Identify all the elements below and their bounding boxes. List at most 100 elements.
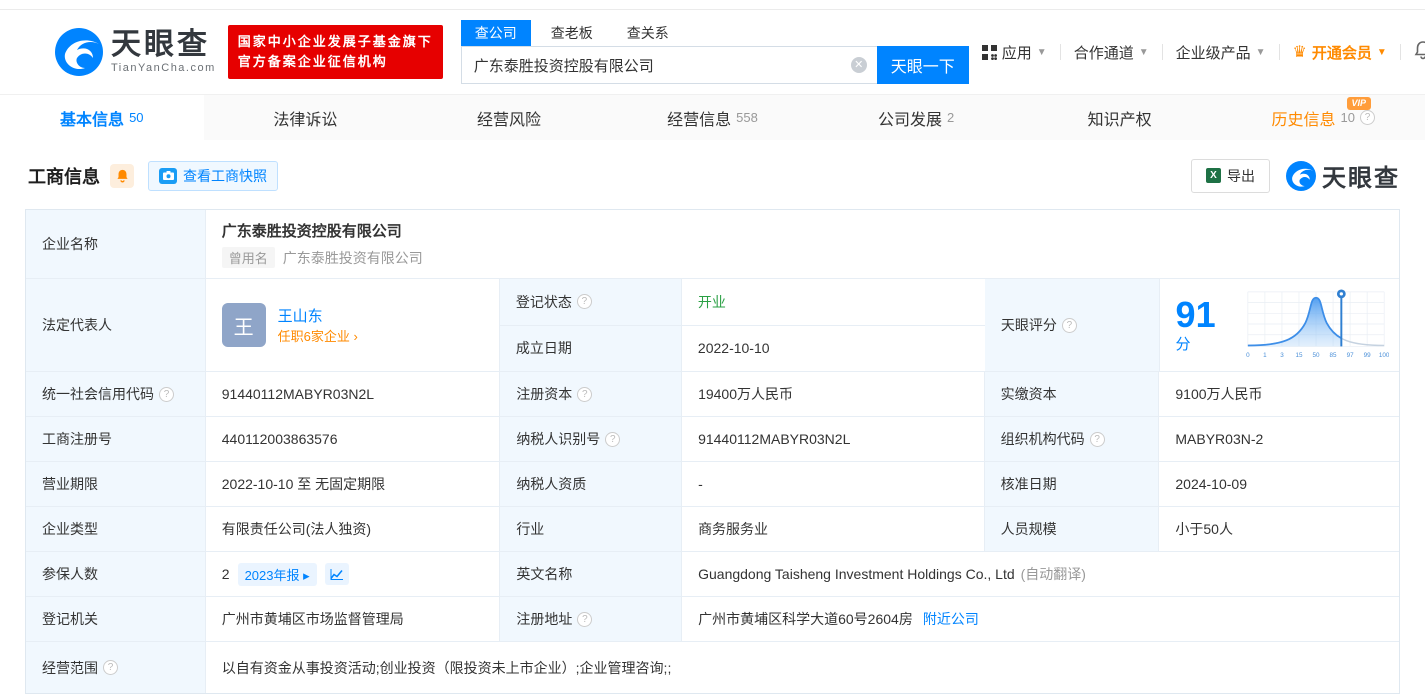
help-icon[interactable]: ? xyxy=(577,386,593,402)
help-icon[interactable]: ? xyxy=(103,660,118,675)
top-divider xyxy=(0,0,1425,10)
search-input[interactable] xyxy=(460,46,877,84)
company-nav-tabs: 基本信息 50 法律诉讼 经营风险 经营信息 558 公司发展 2 知识产权 V… xyxy=(0,94,1425,140)
menu-partner[interactable]: 合作通道 ▼ xyxy=(1061,42,1162,63)
help-icon[interactable]: ? xyxy=(159,386,174,402)
watermark-text: 天眼查 xyxy=(1322,165,1400,192)
tab-label: 法律诉讼 xyxy=(273,111,338,129)
svg-text:1: 1 xyxy=(1263,352,1267,359)
field-label: 英文名称 xyxy=(500,552,683,596)
avatar[interactable]: 王 xyxy=(221,303,266,347)
header: 天眼查 TianYanCha.com 国家中小企业发展子基金旗下 官方备案企业征… xyxy=(0,10,1425,94)
tianyancha-logo[interactable]: 天眼查 TianYanCha.com xyxy=(55,28,216,76)
clear-search-icon[interactable]: ✕ xyxy=(850,57,867,73)
taxpayer-id-cell: 91440112MABYR03N2L xyxy=(682,417,985,461)
help-icon[interactable]: ? xyxy=(577,611,593,627)
tab-count: 2 xyxy=(946,110,955,125)
help-icon[interactable]: ? xyxy=(605,431,621,447)
table-row: 登记机关 广州市黄埔区市场监督管理局 注册地址 ? 广州市黄埔区科学大道60号2… xyxy=(26,597,1399,642)
company-name-cell: 广东泰胜投资控股有限公司 曾用名 广东泰胜投资有限公司 xyxy=(206,210,1399,278)
approval-date-cell: 2024-10-09 xyxy=(1175,476,1247,492)
address-cell: 广州市黄埔区科学大道60号2604房 附近公司 xyxy=(682,597,1399,641)
help-icon[interactable]: ? xyxy=(576,294,592,310)
field-label-group: 统一社会信用代码 ? xyxy=(26,372,206,416)
field-label: 实缴资本 xyxy=(984,372,1160,416)
help-icon[interactable]: ? xyxy=(1360,110,1375,125)
help-icon[interactable]: ? xyxy=(1089,431,1105,447)
field-label-group: 注册地址 ? xyxy=(500,597,683,641)
table-row: 参保人数 2 2023年报 ▸ 英文名称 Guangdong Taisheng … xyxy=(26,552,1399,597)
tab-label: 历史信息 xyxy=(1271,111,1336,129)
field-label: 经营范围 xyxy=(42,659,98,676)
legal-rep-link[interactable]: 王山东 xyxy=(278,308,323,325)
svg-text:0: 0 xyxy=(1246,352,1250,359)
field-label-group: 登记状态 ? xyxy=(499,279,682,325)
chevron-down-icon: ▼ xyxy=(1376,46,1387,58)
company-type-cell: 有限责任公司(法人独资) xyxy=(206,507,501,551)
taxpayer-quality-cell: - xyxy=(682,462,985,506)
tab-label: 经营信息 xyxy=(667,111,732,129)
tab-history-info[interactable]: VIP 历史信息 10 ? xyxy=(1221,95,1425,140)
table-row: 统一社会信用代码 ? 91440112MABYR03N2L 注册资本 ? 194… xyxy=(26,372,1399,417)
english-name-cell: Guangdong Taisheng Investment Holdings C… xyxy=(682,552,1399,596)
crown-icon: ♛ xyxy=(1292,44,1307,61)
annual-report-chip[interactable]: 2023年报 ▸ xyxy=(237,562,317,586)
help-icon[interactable]: ? xyxy=(1061,317,1077,333)
monitor-bell-button[interactable] xyxy=(110,163,134,188)
est-date-cell: 2022-10-10 xyxy=(697,340,770,357)
reg-capital-cell: 19400万人民币 xyxy=(682,372,985,416)
section-title: 工商信息 xyxy=(28,166,100,187)
business-snapshot-button[interactable]: 查看工商快照 xyxy=(148,160,278,191)
table-row: 工商注册号 440112003863576 纳税人识别号 ? 91440112M… xyxy=(26,417,1399,462)
section-header: 工商信息 查看工商快照 X 导出 天眼查 xyxy=(0,140,1425,205)
table-row-legal-rep: 法定代表人 王 王山东 任职6家企业 › 登记状态 ? 开业 成立日期 2022… xyxy=(26,279,1399,372)
tab-count: 50 xyxy=(129,110,144,125)
status-date-group: 登记状态 ? 开业 成立日期 2022-10-10 xyxy=(499,279,985,371)
nearby-companies-link[interactable]: 附近公司 xyxy=(923,609,979,629)
tab-operating-info[interactable]: 经营信息 558 xyxy=(611,95,815,140)
legal-rep-cell: 王 王山东 任职6家企业 › xyxy=(206,279,500,371)
table-row-company-name: 企业名称 广东泰胜投资控股有限公司 曾用名 广东泰胜投资有限公司 xyxy=(26,210,1399,279)
svg-text:3: 3 xyxy=(1280,352,1284,359)
tianyan-score-cell[interactable]: 91 分 0 1 3 15 50 85 97 99 100 xyxy=(1160,279,1399,371)
tab-legal-proceedings[interactable]: 法律诉讼 xyxy=(204,95,408,140)
export-button[interactable]: X 导出 xyxy=(1191,158,1270,193)
chevron-down-icon: ▼ xyxy=(1138,46,1149,58)
field-label: 行业 xyxy=(500,507,683,551)
tab-label: 经营风险 xyxy=(476,111,541,129)
svg-text:15: 15 xyxy=(1295,352,1303,359)
search-tab-company[interactable]: 查公司 xyxy=(460,20,531,46)
english-name: Guangdong Taisheng Investment Holdings C… xyxy=(698,566,1015,582)
menu-enterprise[interactable]: 企业级产品 ▼ xyxy=(1163,42,1279,63)
tab-intellectual-property[interactable]: 知识产权 xyxy=(1018,95,1222,140)
auto-translate-note: (自动翻译) xyxy=(1020,566,1086,582)
industry-cell: 商务服务业 xyxy=(682,507,985,551)
table-row: 企业类型 有限责任公司(法人独资) 行业 商务服务业 人员规模 小于50人 xyxy=(26,507,1399,552)
search-tab-relation[interactable]: 查关系 xyxy=(613,20,683,46)
menu-vip-label: 开通会员 xyxy=(1311,44,1372,62)
tab-label: 基本信息 xyxy=(60,111,125,129)
field-label: 营业期限 xyxy=(26,462,206,506)
tab-count: 558 xyxy=(736,110,758,125)
tab-label: 知识产权 xyxy=(1087,111,1152,129)
menu-apps[interactable]: 应用 ▼ xyxy=(969,42,1060,63)
rep-positions-link[interactable]: 任职6家企业 › xyxy=(278,326,358,345)
search-tab-boss[interactable]: 查老板 xyxy=(537,20,607,46)
former-name-chip: 曾用名 xyxy=(221,247,275,268)
address-text: 广州市黄埔区科学大道60号2604房 xyxy=(698,611,913,627)
field-label: 人员规模 xyxy=(984,507,1160,551)
field-label: 企业名称 xyxy=(26,210,206,278)
trend-chart-icon[interactable] xyxy=(324,563,349,585)
menu-partner-label: 合作通道 xyxy=(1073,44,1134,62)
menu-vip-upgrade[interactable]: ♛ 开通会员 ▼ xyxy=(1280,42,1400,63)
search-button[interactable]: 天眼一下 xyxy=(876,46,969,84)
org-code-cell: MABYR03N-2 xyxy=(1175,431,1264,447)
tab-basic-info[interactable]: 基本信息 50 xyxy=(0,95,204,140)
notifications-bell[interactable] xyxy=(1401,41,1425,63)
insured-cell: 2 2023年报 ▸ xyxy=(206,552,501,596)
tab-company-development[interactable]: 公司发展 2 xyxy=(814,95,1018,140)
field-label: 法定代表人 xyxy=(26,279,206,371)
field-label: 纳税人资质 xyxy=(500,462,683,506)
tab-operating-risk[interactable]: 经营风险 xyxy=(407,95,611,140)
insured-count: 2 xyxy=(221,566,230,582)
